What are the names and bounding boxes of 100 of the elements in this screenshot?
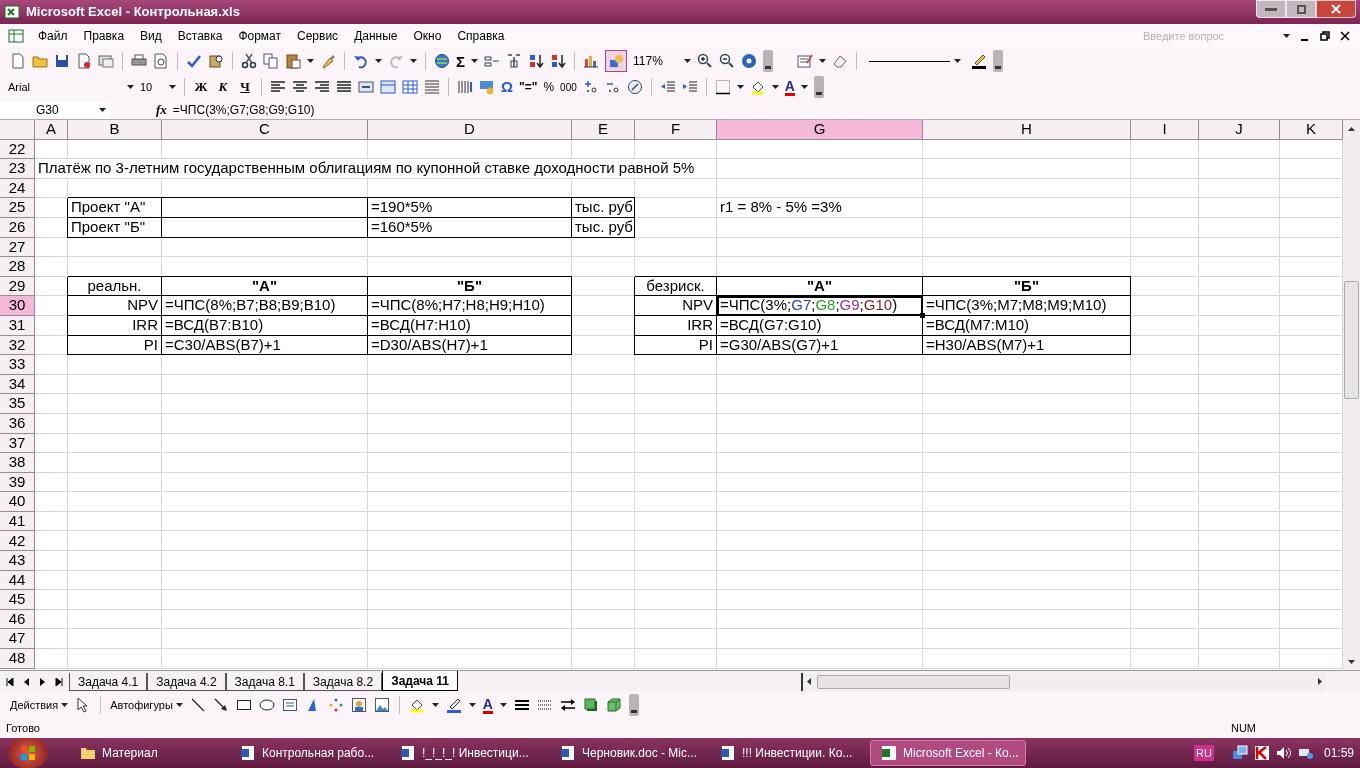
taskbar-button[interactable]: Материал	[70, 740, 226, 766]
align-right-icon[interactable]	[314, 79, 330, 95]
percent-button[interactable]: %	[543, 78, 555, 96]
vertical-scrollbar[interactable]	[1343, 120, 1360, 670]
column-header[interactable]: B	[68, 120, 162, 140]
next-sheet-icon[interactable]	[39, 677, 46, 686]
row-header[interactable]: 28	[0, 257, 35, 277]
menu-item[interactable]: Файл	[30, 27, 76, 45]
fill-color-icon[interactable]	[408, 697, 425, 713]
column-header[interactable]: I	[1131, 120, 1199, 140]
selected-cell[interactable]: =ЧПС(3%;G7;G8;G9;G10)	[717, 296, 923, 316]
row-header[interactable]: 32	[0, 335, 35, 356]
sheet-tab[interactable]: Задача 8.1	[225, 672, 304, 691]
row-header[interactable]: 22	[0, 139, 35, 160]
taskbar-button[interactable]: Черновик.doc - Mic...	[550, 740, 706, 766]
align-left-icon[interactable]	[270, 79, 286, 95]
close-button[interactable]	[1316, 0, 1356, 18]
row-header[interactable]: 47	[0, 629, 35, 650]
increase-indent-icon[interactable]	[681, 79, 698, 95]
column-header[interactable]: K	[1280, 120, 1343, 140]
shadow-icon[interactable]	[582, 697, 599, 713]
windows-logo-icon[interactable]	[20, 745, 36, 761]
open-folder-icon[interactable]	[32, 53, 48, 69]
excel-icon[interactable]	[4, 4, 20, 20]
euro-button[interactable]: "="	[519, 78, 538, 96]
insert-icon[interactable]	[484, 53, 500, 69]
caret-icon[interactable]	[375, 59, 382, 63]
undo-icon[interactable]	[353, 53, 369, 69]
right-arrow-icon[interactable]	[1317, 678, 1322, 685]
caret-icon[interactable]	[800, 85, 808, 89]
font-color-button[interactable]: A	[482, 696, 493, 714]
caret-icon[interactable]	[471, 59, 478, 63]
spreadsheet-icon[interactable]	[881, 745, 897, 761]
network-icon[interactable]	[1231, 745, 1248, 761]
menu-item[interactable]: Вид	[132, 27, 170, 45]
sheet-tab[interactable]: Задача 11	[382, 670, 458, 691]
fill-color-icon[interactable]	[749, 79, 766, 95]
left-arrow-icon[interactable]	[806, 678, 811, 685]
formula-field[interactable]: =ЧПС(3%;G7;G8;G9;G10)	[172, 100, 1360, 119]
actions-menu[interactable]: Действия	[10, 696, 69, 714]
save-icon[interactable]	[54, 53, 70, 69]
caret-icon[interactable]	[771, 85, 779, 89]
lines-icon[interactable]	[424, 79, 440, 95]
caret-icon[interactable]	[1283, 34, 1290, 38]
row-header[interactable]: 45	[0, 590, 35, 610]
select-all-button[interactable]	[0, 120, 35, 140]
row-header[interactable]: 40	[0, 492, 35, 512]
taskbar-button[interactable]: Microsoft Excel - Ко...	[870, 740, 1026, 766]
insert-icon[interactable]	[506, 53, 522, 69]
row-header[interactable]: 25	[0, 198, 35, 218]
scroll-thumb[interactable]	[816, 674, 1010, 689]
minimize-button[interactable]	[1256, 0, 1286, 18]
menu-item[interactable]: Данные	[346, 27, 406, 45]
table-icon[interactable]	[380, 79, 396, 95]
line-color-icon[interactable]	[445, 697, 462, 713]
question-field[interactable]: Введите вопрос	[1143, 27, 1273, 45]
3d-icon[interactable]	[605, 697, 622, 713]
menu-item[interactable]: Вставка	[169, 27, 231, 45]
toolbar-options-button[interactable]	[813, 76, 824, 98]
currency-icon[interactable]	[479, 79, 495, 95]
menu-item[interactable]: Сервис	[289, 27, 347, 45]
row-header[interactable]: 48	[0, 649, 35, 669]
restore-icon[interactable]	[1320, 31, 1330, 41]
workbook-icon[interactable]	[8, 28, 24, 44]
print-preview-icon[interactable]	[153, 53, 169, 69]
row-header[interactable]: 30	[0, 296, 35, 316]
function-icon[interactable]	[626, 79, 643, 95]
column-header[interactable]: F	[635, 120, 717, 140]
help-icon[interactable]	[741, 53, 757, 69]
taskbar-button[interactable]: !!! Инвестиции. Ко...	[710, 740, 866, 766]
row-header[interactable]: 35	[0, 394, 35, 414]
dash-style-icon[interactable]	[536, 697, 553, 713]
column-header[interactable]: H	[923, 120, 1131, 140]
font-dropdown[interactable]: Arial	[8, 78, 134, 96]
caret-icon[interactable]	[99, 107, 106, 112]
sheet-tab[interactable]: Задача 4.2	[147, 672, 226, 691]
column-header[interactable]: J	[1199, 120, 1280, 140]
new-document-icon[interactable]	[10, 53, 26, 69]
fill-handle[interactable]	[920, 312, 925, 318]
image-icon[interactable]	[373, 697, 390, 713]
caret-icon[interactable]	[175, 703, 183, 707]
caret-icon[interactable]	[431, 703, 439, 707]
arrow-style-icon[interactable]	[559, 697, 576, 713]
diagram-icon[interactable]	[327, 697, 344, 713]
sheet-tab[interactable]: Задача 4.1	[69, 672, 148, 691]
row-header[interactable]: 33	[0, 355, 35, 375]
arrow-icon[interactable]	[212, 697, 229, 713]
zoom-in-icon[interactable]	[697, 53, 713, 69]
copy-icon[interactable]	[263, 53, 279, 69]
mail-icon[interactable]	[98, 53, 114, 69]
column-header[interactable]: A	[35, 120, 68, 140]
caret-icon[interactable]	[61, 703, 69, 707]
row-header[interactable]: 46	[0, 609, 35, 630]
rectangle-icon[interactable]	[235, 697, 252, 713]
caret-icon[interactable]	[819, 59, 826, 63]
print-icon[interactable]	[131, 53, 147, 69]
start-button[interactable]	[8, 738, 48, 768]
italic-button[interactable]: К	[215, 77, 231, 97]
bold-button[interactable]: Ж	[193, 77, 209, 97]
hyperlink-icon[interactable]	[434, 53, 450, 69]
